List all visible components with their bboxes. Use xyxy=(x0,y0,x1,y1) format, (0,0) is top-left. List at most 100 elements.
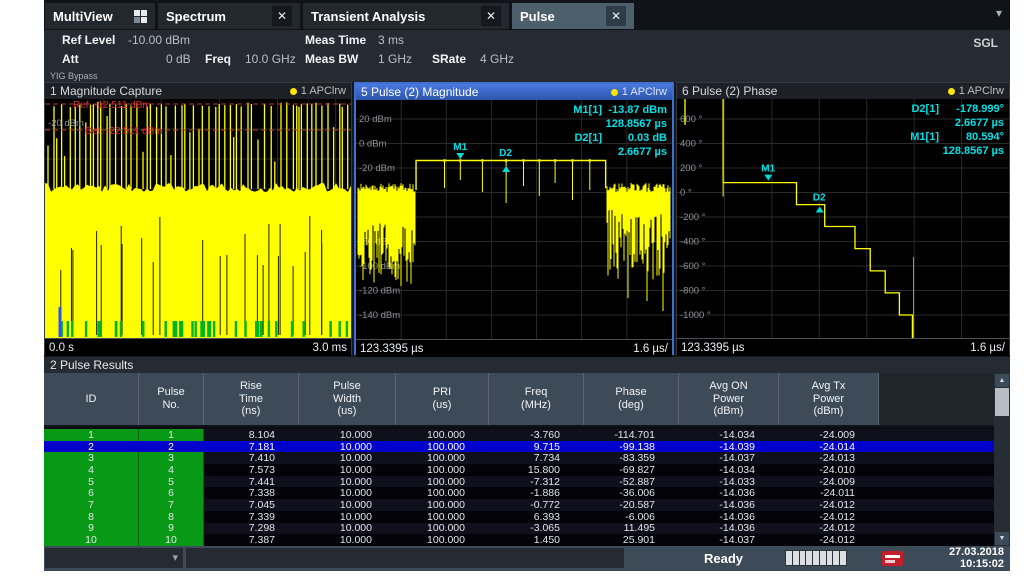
cell: -24.012 xyxy=(779,522,879,534)
cell: 7.338 xyxy=(204,487,299,499)
progress-segment xyxy=(800,551,806,565)
multiview-grid-icon xyxy=(134,10,147,23)
table-body: 118.10410.000100.000-3.760-114.701-14.03… xyxy=(44,429,994,546)
setting-value[interactable]: 3 ms xyxy=(378,33,404,47)
cell: 100.000 xyxy=(396,511,489,523)
table-scrollbar[interactable]: ▲ ▼ xyxy=(994,373,1010,546)
cell: 4 xyxy=(44,464,139,476)
y-tick-label: -100 dBm xyxy=(359,261,400,272)
table-row-1[interactable]: 118.10410.000100.000-3.760-114.701-14.03… xyxy=(44,429,994,441)
scroll-up-icon[interactable]: ▲ xyxy=(995,374,1009,387)
table-row-3[interactable]: 337.41010.000100.0007.734-83.359-14.037-… xyxy=(44,452,994,464)
column-header-pulse: Pulse No. xyxy=(139,373,204,425)
close-icon[interactable]: ✕ xyxy=(272,6,292,26)
chart-5[interactable]: 20 dBm0 dBm-20 dBm-40 dBm-60 dBm-80 dBm-… xyxy=(356,100,672,339)
tab-multiview[interactable]: MultiView xyxy=(45,3,155,29)
progress-segment xyxy=(806,551,812,565)
cell: 100.000 xyxy=(396,429,489,441)
cell: -14.037 xyxy=(679,534,779,546)
progress-segment xyxy=(820,551,826,565)
panel-6-pulse-2-phase[interactable]: 6 Pulse (2) Phase1 APClrw600 °400 °200 °… xyxy=(676,82,1010,355)
close-icon[interactable]: ✕ xyxy=(606,6,626,26)
cell: 10.000 xyxy=(299,452,396,464)
tab-label: Spectrum xyxy=(166,9,264,24)
table-row-4[interactable]: 447.57310.000100.00015.800-69.827-14.034… xyxy=(44,464,994,476)
table-row-9[interactable]: 997.29810.000100.000-3.06511.495-14.036-… xyxy=(44,523,994,535)
cell: -24.012 xyxy=(779,499,879,511)
table-row-8[interactable]: 887.33910.000100.0006.393-6.006-14.036-2… xyxy=(44,511,994,523)
panel-title-bar[interactable]: 1 Magnitude Capture1 APClrw xyxy=(45,83,351,99)
column-header-freq: Freq (MHz) xyxy=(489,373,584,425)
x-axis-strip: 123.3395 µs1.6 µs/ xyxy=(356,339,672,357)
x-axis-strip: 0.0 s3.0 ms xyxy=(45,338,351,356)
cell: 10.000 xyxy=(299,464,396,476)
setting-value[interactable]: 4 GHz xyxy=(480,52,514,66)
cell: 2 xyxy=(44,441,139,453)
scrollbar-thumb[interactable] xyxy=(995,388,1009,416)
cell: -24.011 xyxy=(779,487,879,499)
cell: 9 xyxy=(44,523,139,535)
marker-name: D2[1] xyxy=(911,103,939,115)
cell: -14.036 xyxy=(679,522,779,534)
cell: -14.036 xyxy=(679,499,779,511)
panel-5-pulse-2-magnitude[interactable]: 5 Pulse (2) Magnitude1 APClrw20 dBm0 dBm… xyxy=(354,82,674,355)
cell: 10 xyxy=(44,534,139,546)
tab-spectrum[interactable]: Spectrum ✕ xyxy=(158,3,300,29)
y-tick-label: 0 dBm xyxy=(359,139,387,150)
cell: -24.013 xyxy=(779,452,879,464)
marker-value: -178.999° xyxy=(956,103,1004,115)
cell: 7.410 xyxy=(204,452,299,464)
settings-header: Ref Level-10.00 dBmMeas Time3 ms Att0 dB… xyxy=(44,30,1010,82)
cell: 7.045 xyxy=(204,499,299,511)
setting-value[interactable]: -10.00 dBm xyxy=(128,33,190,47)
cell: -24.012 xyxy=(779,534,879,546)
close-icon[interactable]: ✕ xyxy=(481,6,501,26)
table-row-6[interactable]: 667.33810.000100.000-1.886-36.006-14.036… xyxy=(44,487,994,499)
sequencer-dropdown[interactable]: ▾ xyxy=(45,548,183,568)
cell: -1.886 xyxy=(489,487,584,499)
setting-value[interactable]: 1 GHz xyxy=(378,52,412,66)
cell: -24.010 xyxy=(779,464,879,476)
panel-title-bar[interactable]: 5 Pulse (2) Magnitude1 APClrw xyxy=(356,84,672,100)
chart-1[interactable]: Ref. -12.511 dBmDet. -22.511 dBm-20 dBm xyxy=(45,99,351,338)
table-row-7[interactable]: 777.04510.000100.000-0.772-20.587-14.036… xyxy=(44,499,994,511)
marker-name: M1[1] xyxy=(910,131,939,143)
chart-6[interactable]: 600 °400 °200 °0 °-200 °-400 °-600 °-800… xyxy=(677,99,1009,338)
tab-overflow-arrow-icon[interactable]: ▾ xyxy=(996,6,1002,20)
cell: 100.000 xyxy=(396,441,489,453)
column-header-avg-tx: Avg Tx Power (dBm) xyxy=(779,373,879,425)
trace-mode-label: 1 APClrw xyxy=(622,86,667,98)
cell: -14.034 xyxy=(679,429,779,441)
table-row-10[interactable]: 10107.38710.000100.0001.45025.901-14.037… xyxy=(44,534,994,546)
setting-value[interactable]: 10.0 GHz xyxy=(245,52,296,66)
progress-segment xyxy=(840,551,846,565)
progress-segment xyxy=(833,551,839,565)
panel-title-bar[interactable]: 6 Pulse (2) Phase1 APClrw xyxy=(677,83,1009,99)
cell: 100.000 xyxy=(396,464,489,476)
detection-line-label: Det. -22.511 dBm xyxy=(85,126,163,137)
pulse-results-section: 2 Pulse Results IDPulse No.Rise Time (ns… xyxy=(44,357,1010,546)
scroll-down-icon[interactable]: ▼ xyxy=(995,532,1009,545)
cell: -36.006 xyxy=(584,487,679,499)
cell: 10.000 xyxy=(299,522,396,534)
cell: 1.450 xyxy=(489,534,584,546)
trace-mode-label: 1 APClrw xyxy=(959,85,1004,97)
cell: 10 xyxy=(139,534,204,546)
cell: -14.037 xyxy=(679,452,779,464)
setting-value[interactable]: 0 dB xyxy=(166,52,191,66)
progress-segment xyxy=(793,551,799,565)
cell: -14.034 xyxy=(679,464,779,476)
column-header-avg-on: Avg ON Power (dBm) xyxy=(679,373,779,425)
tab-pulse[interactable]: Pulse✕ xyxy=(512,3,634,29)
column-header-phase: Phase (deg) xyxy=(584,373,679,425)
progress-segment xyxy=(786,551,792,565)
cell: 7 xyxy=(44,499,139,511)
tab-transient-analysis[interactable]: Transient Analysis✕ xyxy=(303,3,509,29)
cell: 10.000 xyxy=(299,511,396,523)
table-row-2[interactable]: 227.18110.000100.0009.715-99.138-14.039-… xyxy=(44,441,994,453)
panel-1-magnitude-capture[interactable]: 1 Magnitude Capture1 APClrwRef. -12.511 … xyxy=(44,82,352,355)
table-row-5[interactable]: 557.44110.000100.000-7.312-52.887-14.033… xyxy=(44,476,994,488)
cell: 8 xyxy=(139,511,204,523)
tab-label: MultiView xyxy=(53,9,126,24)
x-axis-start: 123.3395 µs xyxy=(360,343,424,355)
